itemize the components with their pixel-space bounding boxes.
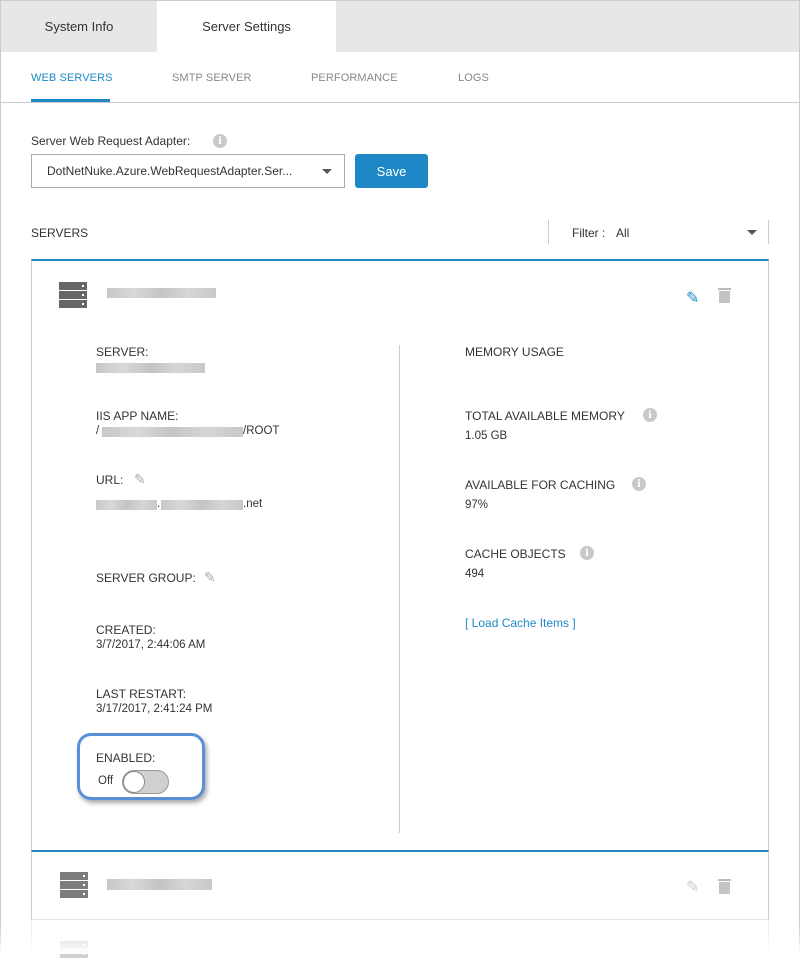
server-icon: [60, 872, 88, 898]
created-label: CREATED:: [96, 623, 156, 637]
filter-dropdown[interactable]: Filter : All: [549, 220, 768, 244]
total-memory-label: TOTAL AVAILABLE MEMORY: [465, 409, 625, 423]
chevron-down-icon: [322, 169, 332, 174]
enabled-label: ENABLED:: [96, 751, 156, 765]
iis-prefix: /: [96, 425, 100, 437]
url-suffix: .net: [243, 498, 263, 510]
url-redacted: [96, 500, 157, 510]
server-name-redacted: [107, 879, 212, 890]
subtab-smtp-server[interactable]: SMTP SERVER: [172, 72, 252, 84]
cache-objects-value: 494: [465, 568, 485, 580]
pencil-icon[interactable]: ✎: [204, 569, 216, 586]
toggle-knob: [123, 771, 145, 793]
url-dot: .: [157, 498, 161, 510]
trash-icon[interactable]: [718, 879, 731, 894]
url-label: URL:: [96, 473, 124, 487]
tab-system-info[interactable]: System Info: [1, 1, 157, 52]
info-icon[interactable]: i: [643, 408, 657, 422]
column-divider: [399, 345, 400, 833]
subtab-row: [1, 52, 799, 103]
subtab-performance[interactable]: PERFORMANCE: [311, 72, 398, 84]
url-redacted: [161, 500, 243, 510]
adapter-select-value: DotNetNuke.Azure.WebRequestAdapter.Ser..…: [47, 164, 293, 178]
last-restart-value: 3/17/2017, 2:41:24 PM: [96, 703, 213, 715]
adapter-select[interactable]: DotNetNuke.Azure.WebRequestAdapter.Ser..…: [31, 154, 345, 188]
servers-title: SERVERS: [31, 226, 89, 240]
caching-label: AVAILABLE FOR CACHING: [465, 478, 616, 492]
server-value-redacted: [96, 363, 205, 373]
server-group-label: SERVER GROUP:: [96, 571, 196, 585]
last-restart-label: LAST RESTART:: [96, 687, 187, 701]
divider: [768, 220, 769, 244]
pencil-icon[interactable]: ✎: [686, 288, 699, 308]
info-icon[interactable]: i: [632, 477, 646, 491]
chevron-down-icon: [747, 230, 757, 235]
iis-value-redacted: [102, 427, 243, 437]
subtab-logs[interactable]: LOGS: [458, 72, 489, 84]
cache-objects-label: CACHE OBJECTS: [465, 547, 566, 561]
active-tab-indicator: [31, 99, 110, 102]
trash-icon[interactable]: [718, 288, 731, 303]
subtab-web-servers[interactable]: WEB SERVERS: [31, 72, 113, 84]
caching-value: 97%: [465, 499, 489, 511]
memory-usage-title: MEMORY USAGE: [465, 345, 564, 359]
enabled-toggle[interactable]: [122, 770, 169, 794]
save-button[interactable]: Save: [355, 154, 428, 188]
adapter-label: Server Web Request Adapter:: [31, 134, 191, 148]
created-value: 3/7/2017, 2:44:06 AM: [96, 639, 206, 651]
info-icon[interactable]: i: [213, 134, 227, 148]
server-name-redacted: [107, 288, 216, 298]
filter-label: Filter :: [572, 226, 606, 240]
filter-value: All: [616, 226, 630, 240]
total-memory-value: 1.05 GB: [465, 430, 508, 442]
info-icon[interactable]: i: [580, 546, 594, 560]
tab-server-settings[interactable]: Server Settings: [157, 1, 336, 52]
server-label: SERVER:: [96, 345, 149, 359]
pencil-icon[interactable]: ✎: [686, 877, 699, 897]
pencil-icon[interactable]: ✎: [134, 471, 146, 488]
server-icon: [59, 282, 87, 308]
enabled-state: Off: [98, 775, 114, 787]
iis-suffix: /ROOT: [243, 425, 280, 437]
load-cache-items-link[interactable]: [ Load Cache Items ]: [465, 616, 576, 630]
iis-label: IIS APP NAME:: [96, 409, 179, 423]
fade-overlay: [0, 925, 800, 954]
